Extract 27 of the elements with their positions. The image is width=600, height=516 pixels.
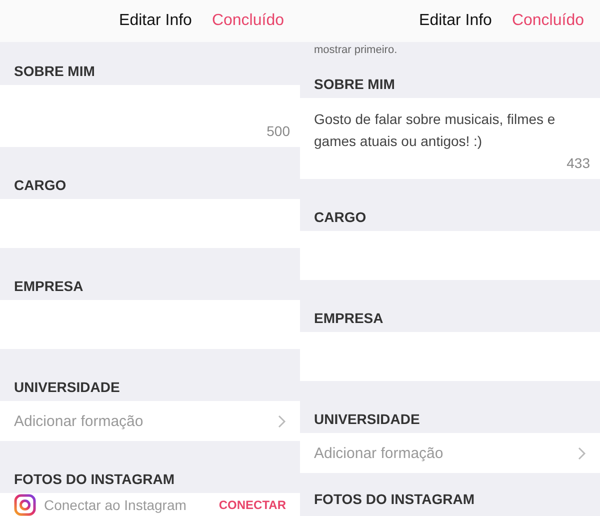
chevron-icon <box>578 446 586 460</box>
camera-icon <box>14 494 36 516</box>
section-label: SOBRE MIM <box>314 76 395 92</box>
connect-button[interactable]: CONECTAR <box>218 498 286 512</box>
bio-text: Gosto de falar sobre musicais, filmes e games atuais ou antigos! :) <box>314 110 556 151</box>
hint-text: mostrar primeiro. <box>313 43 398 56</box>
add-education-row[interactable]: Adicionar formação <box>0 401 300 441</box>
section-label: FOTOS DO INSTAGRAM <box>14 471 174 487</box>
done-button[interactable]: Concluído <box>212 12 284 30</box>
section-label: CARGO <box>314 209 366 225</box>
screen-title: Editar Info <box>119 12 192 30</box>
character-counter: 500 <box>266 123 290 139</box>
section-label: FOTOS DO INSTAGRAM <box>314 491 474 507</box>
section-label: EMPRESA <box>14 278 84 294</box>
text-area[interactable]: 500 <box>0 85 300 147</box>
section-label: UNIVERSIDADE <box>314 411 420 427</box>
chevron-icon <box>278 414 286 428</box>
section-label: EMPRESA <box>314 310 384 326</box>
screen-title: Editar Info <box>419 12 492 30</box>
add-education-row[interactable]: Adicionar formação <box>300 433 600 473</box>
section-label: SOBRE MIM <box>14 63 95 79</box>
section-label: CARGO <box>14 177 66 193</box>
section-label: UNIVERSIDADE <box>14 379 120 395</box>
character-counter: 433 <box>566 155 590 171</box>
text-area[interactable]: Gosto de falar sobre musicais, filmes e games atuais ou antigos! :) 433 <box>300 98 600 179</box>
done-button[interactable]: Concluído <box>512 12 584 30</box>
connect-instagram-text: Conectar ao Instagram <box>44 497 188 513</box>
